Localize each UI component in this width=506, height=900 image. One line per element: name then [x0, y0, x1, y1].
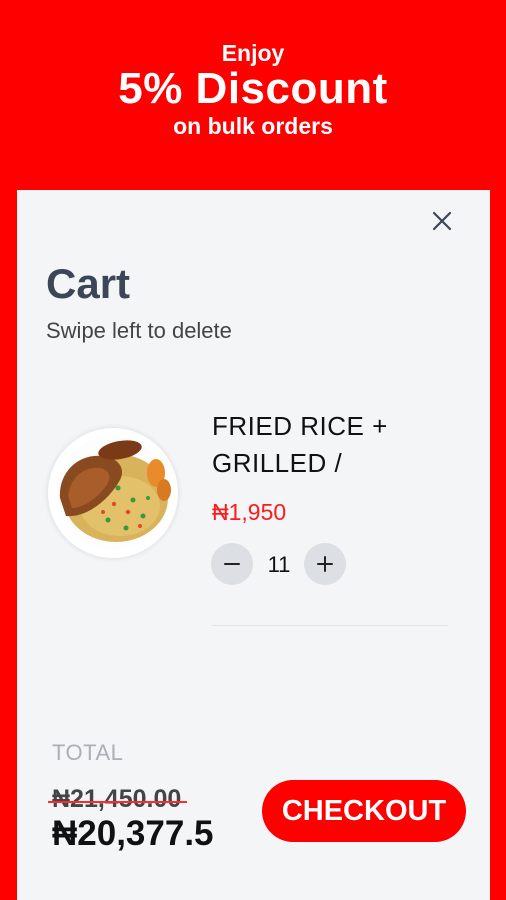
plus-icon: [317, 556, 333, 572]
item-divider: [212, 625, 448, 626]
item-name: FRIED RICE + GRILLED /: [212, 411, 388, 478]
cart-title: Cart: [46, 260, 131, 307]
decrease-quantity-button[interactable]: [211, 543, 253, 585]
fried-rice-image: [48, 428, 178, 558]
cart-panel: Cart Swipe left to delete FRIED RICE + G…: [17, 190, 490, 900]
cart-subtitle: Swipe left to delete: [46, 318, 232, 343]
banner-line-bulk-orders: on bulk orders: [173, 113, 333, 139]
increase-quantity-button[interactable]: [304, 543, 346, 585]
checkout-button[interactable]: CHECKOUT: [262, 780, 466, 842]
discount-banner: Enjoy 5% Discount on bulk orders: [0, 0, 506, 190]
close-icon[interactable]: [429, 208, 455, 234]
banner-line-enjoy: Enjoy: [221, 40, 285, 66]
original-total: ₦21,450.00: [47, 785, 188, 813]
total-label: TOTAL: [52, 740, 124, 765]
item-price: ₦1,950: [212, 499, 287, 525]
quantity-value: 11: [267, 552, 291, 577]
minus-icon: [224, 563, 240, 565]
banner-discount-headline: 5% Discount: [118, 64, 388, 113]
discounted-total: ₦20,377.5: [52, 814, 214, 853]
